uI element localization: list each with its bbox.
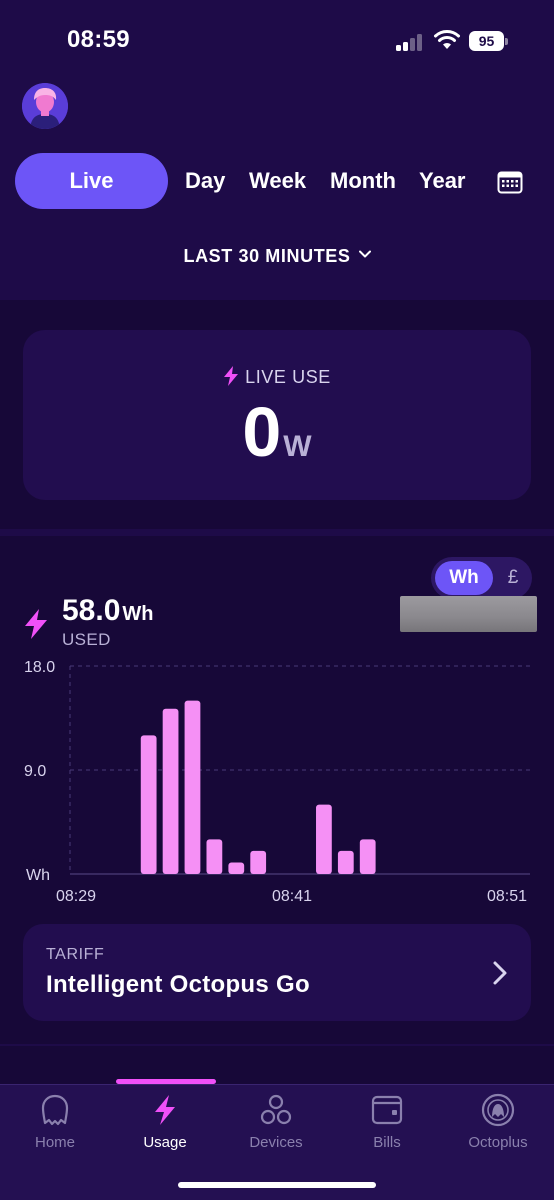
tariff-label: TARIFF [46,946,105,963]
lower-section [0,1046,554,1084]
nav-usage[interactable]: Usage [110,1085,220,1160]
wifi-icon [434,30,460,49]
live-use-label: LIVE USE [245,367,331,387]
tab-year[interactable]: Year [419,153,466,209]
chevron-down-icon [358,250,371,258]
x-tick-label: 08:41 [272,888,312,905]
nav-usage-label: Usage [143,1134,187,1151]
used-label: USED [62,630,111,649]
tariff-name: Intelligent Octopus Go [46,971,310,998]
live-use-value: 0W [23,392,531,472]
nav-octoplus[interactable]: Octoplus [443,1085,553,1160]
nav-devices-label: Devices [249,1134,303,1151]
redacted-block [400,596,537,632]
y-tick-label: 18.0 [24,659,55,676]
status-bar: 08:59 95 [0,0,554,84]
chart-bar [250,850,267,874]
range-label: LAST 30 MINUTES [183,246,351,266]
y-tick-label: 9.0 [24,763,46,780]
tab-month[interactable]: Month [330,153,396,209]
x-tick-label: 08:29 [56,888,96,905]
home-indicator [178,1182,376,1188]
signal-icon [396,33,426,51]
used-value: 58.0 Wh [62,594,153,628]
x-tick-label: 08:51 [487,888,527,905]
octopus-icon [41,1094,69,1126]
used-unit: Wh [122,603,154,625]
chart-bar [162,708,179,874]
unit-toggle: Wh £ [431,557,532,599]
tariff-card[interactable]: TARIFF Intelligent Octopus Go [23,924,531,1021]
nav-bills[interactable]: Bills [332,1085,442,1160]
chart-bar [228,862,245,874]
chart-bar [316,804,332,874]
live-use-card: LIVE USE 0W [23,330,531,500]
usage-bar-chart: 18.0 9.0 Wh 08:29 08:41 08:51 [24,659,530,905]
avatar-icon [22,83,68,129]
toggle-pounds[interactable]: £ [497,561,529,595]
lightning-icon [224,366,239,386]
lightning-icon [155,1095,175,1125]
nav-home[interactable]: Home [0,1085,110,1160]
chevron-right-icon [493,961,507,985]
live-use-unit: W [283,430,312,463]
battery-level: 95 [469,31,504,51]
chart-bar [184,700,201,874]
live-use-number: 0 [242,393,282,471]
chart-bar [206,839,223,874]
lightning-icon [25,609,47,639]
wallet-icon [371,1095,403,1125]
chart-bar [140,735,157,874]
nav-bills-label: Bills [373,1134,401,1151]
live-use-header: LIVE USE [23,366,531,388]
tab-day[interactable]: Day [185,153,225,209]
nav-devices[interactable]: Devices [221,1085,331,1160]
tab-live[interactable]: Live [15,153,168,209]
nav-octoplus-label: Octoplus [468,1134,528,1151]
y-axis-unit-label: Wh [26,867,50,884]
calendar-icon[interactable] [497,170,523,194]
avatar[interactable] [22,83,68,129]
devices-icon [260,1094,292,1125]
tab-week[interactable]: Week [249,153,306,209]
toggle-wh[interactable]: Wh [435,561,493,595]
chart-bar [359,839,376,874]
battery-icon: 95 [469,31,509,51]
nav-home-label: Home [34,1134,75,1151]
period-tabs: Live Day Week Month Year [0,153,554,209]
nav-active-indicator [116,1079,216,1084]
status-time: 08:59 [67,26,130,53]
used-number: 58.0 [62,594,121,627]
range-selector[interactable]: LAST 30 MINUTES [0,246,554,267]
chart-bar [337,850,354,874]
octoplus-icon [481,1093,515,1127]
